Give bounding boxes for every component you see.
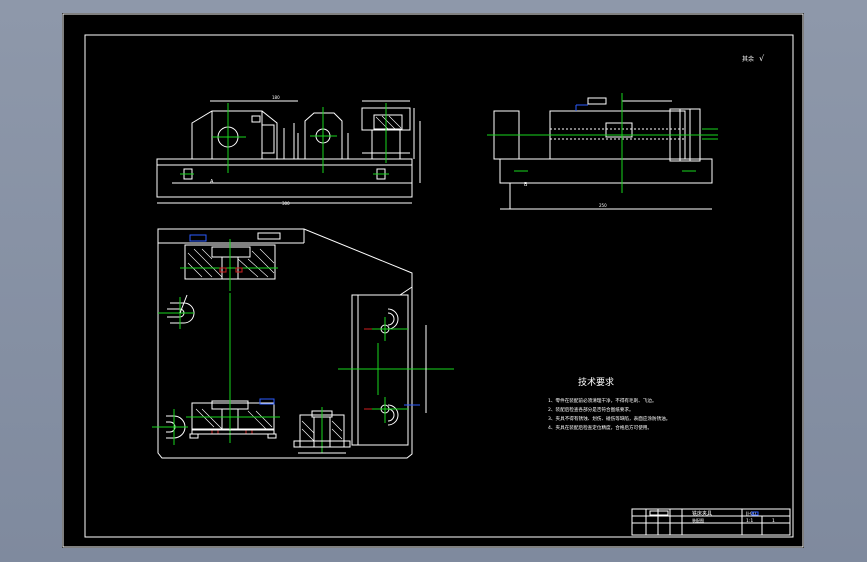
title-block-scale: 1:1 [746,518,753,524]
tech-req-item-2: 2、装配后检查各部分是否符合图纸要求。 [548,406,634,413]
svg-text:250: 250 [599,203,607,208]
drawing-sheet[interactable]: 其余 √ 180 300 A 250 B 技术要求 1、零件在装配前必须清理干净… [62,13,804,548]
tech-req-item-3: 3、夹具不得有锈蚀、划伤、碰伤等缺陷，表面应涂防锈油。 [548,415,670,422]
tech-requirements: 技术要求 1、零件在装配前必须清理干净，不得有毛刺、飞边。 2、装配后检查各部分… [548,376,670,431]
cad-viewport: 其余 √ 180 300 A 250 B 技术要求 1、零件在装配前必须清理干净… [0,0,867,562]
tech-req-title: 技术要求 [578,376,614,388]
roughness-mark: 其余 [742,55,754,63]
tech-req-item-4: 4、夹具在装配后检查定位精度，合格后方可使用。 [548,424,652,431]
outer-border [62,13,804,548]
roughness-symbol: √ [759,54,765,63]
title-block-sheet: 1 [772,518,775,524]
top-view [152,228,454,459]
inner-border [84,34,794,538]
title-block-company: 装配图 [692,517,704,523]
side-view: 250 B [487,93,718,210]
tech-req-item-1: 1、零件在装配前必须清理干净，不得有毛刺、飞边。 [548,397,657,404]
side-view-label: B [524,182,528,188]
title-block-name: 铣床夹具 [692,510,712,517]
cad-drawing-svg: 其余 √ 180 300 A 250 B 技术要求 1、零件在装配前必须清理干净… [62,13,804,548]
front-view: 180 300 A [156,95,421,206]
svg-text:180: 180 [272,95,280,100]
title-block: 铣床夹具 装配图 JJ-00 1:1 1 [631,508,791,536]
front-view-label: A [210,179,214,185]
svg-text:300: 300 [282,201,290,206]
